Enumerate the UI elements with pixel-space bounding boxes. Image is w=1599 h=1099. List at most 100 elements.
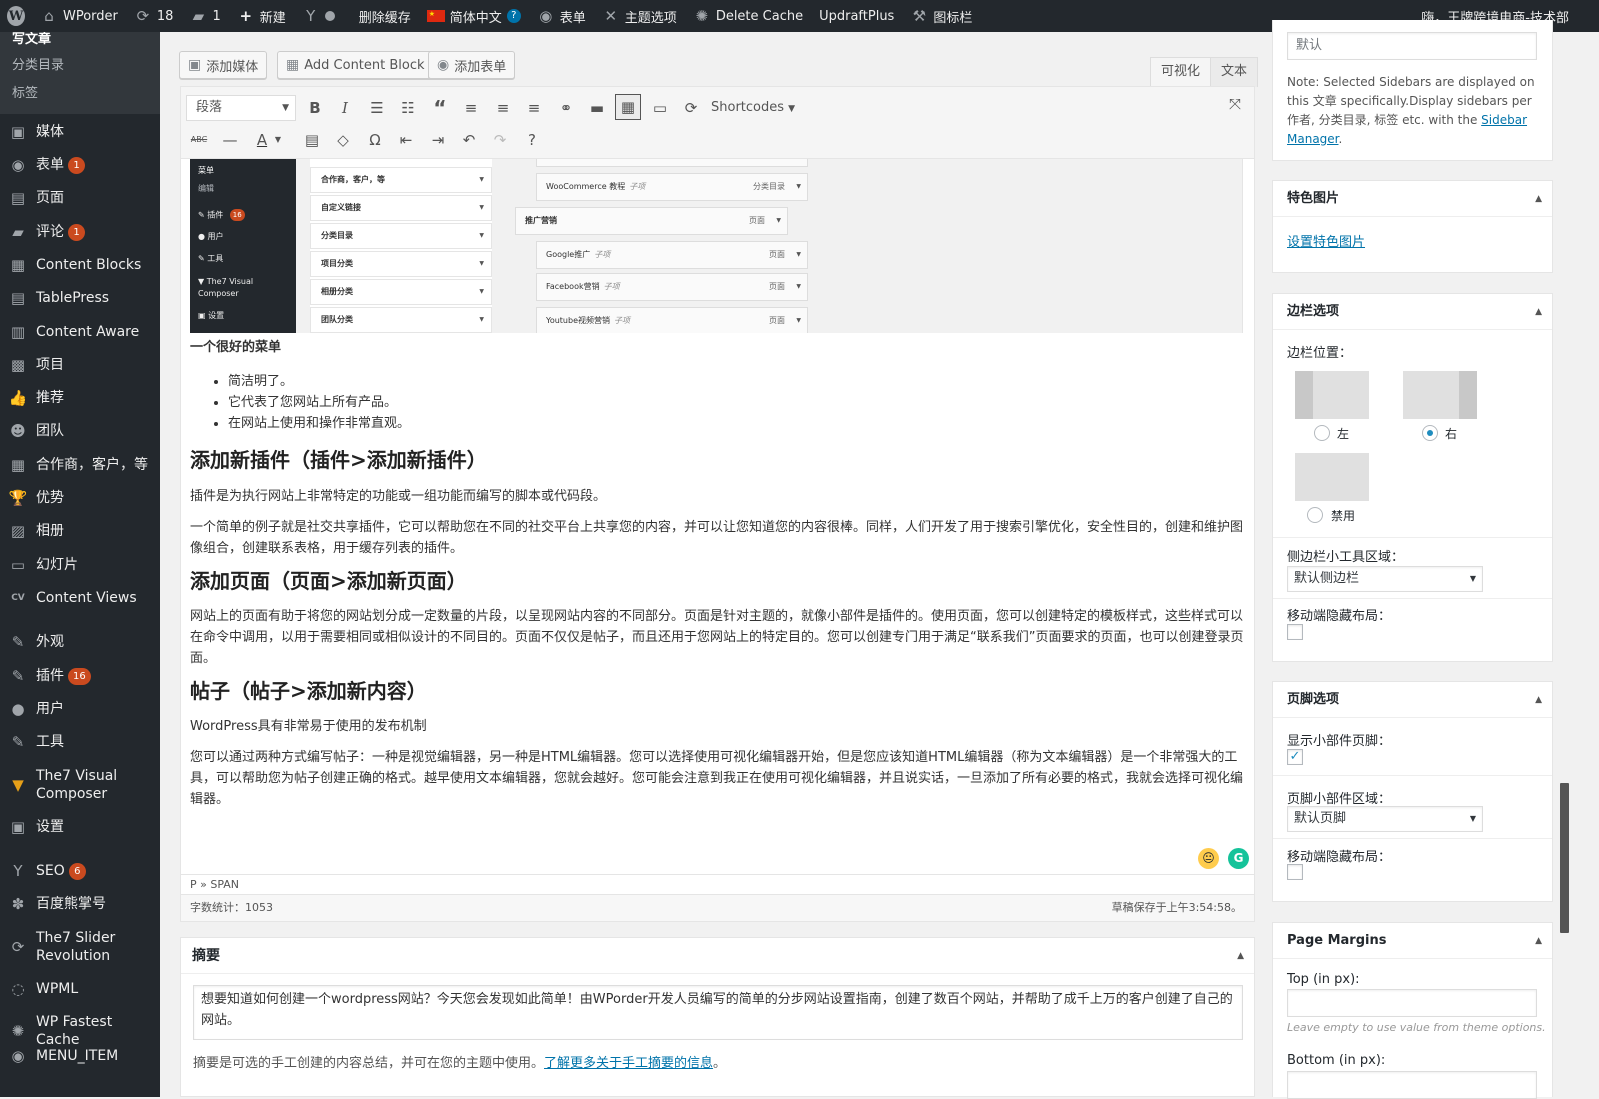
sidebar-select-input[interactable]: 默认: [1287, 32, 1537, 60]
menu-item-14[interactable]: ▭ 幻灯片: [0, 556, 160, 574]
blockquote-icon[interactable]: “: [427, 95, 453, 121]
menu-item-22[interactable]: Y SEO 6: [0, 862, 160, 880]
set-featured-image-link[interactable]: 设置特色图片: [1287, 231, 1365, 250]
add-form-button[interactable]: ◉ 添加表单: [428, 51, 516, 79]
featured-image-header[interactable]: 特色图片 ▲: [1273, 181, 1552, 217]
strikethrough-icon[interactable]: ABC: [186, 127, 212, 153]
add-content-block-button[interactable]: ▦ Add Content Block: [277, 51, 434, 79]
collapse-icon[interactable]: ▲: [1535, 181, 1542, 217]
forms-menu[interactable]: ◉ 表单: [529, 0, 594, 32]
delete-cache-menu[interactable]: ✺ Delete Cache: [685, 0, 811, 32]
indent-icon[interactable]: ⇥: [425, 127, 451, 153]
menu-item-20[interactable]: ▼ The7 Visual Composer: [0, 767, 160, 803]
text-color-dropdown-icon[interactable]: ▼: [271, 127, 285, 153]
clear-formatting-icon[interactable]: ◇: [330, 127, 356, 153]
menu-item-21[interactable]: ▣ 设置: [0, 818, 160, 836]
align-right-icon[interactable]: ≡: [521, 95, 547, 121]
footer-area-select[interactable]: 默认页脚: [1287, 806, 1483, 832]
menu-item-8[interactable]: ▩ 项目: [0, 356, 160, 374]
menu-item-1[interactable]: ▣ 媒体: [0, 123, 160, 141]
menu-item-16[interactable]: ✎ 外观: [0, 633, 160, 651]
bold-icon[interactable]: B: [302, 95, 328, 121]
menu-item-15[interactable]: CV Content Views: [0, 589, 160, 607]
menu-item-7[interactable]: ▥ Content Aware: [0, 323, 160, 341]
menu-item-5[interactable]: ▦ Content Blocks: [0, 256, 160, 274]
collapse-icon[interactable]: ▲: [1237, 938, 1244, 974]
left-sidebar-thumbnail[interactable]: [1295, 371, 1369, 419]
refresh-icon[interactable]: ⟳: [678, 95, 704, 121]
submenu-item-new-post[interactable]: 写文章: [0, 32, 160, 52]
top-margin-input[interactable]: [1287, 989, 1537, 1017]
no-sidebar-thumbnail[interactable]: [1295, 453, 1369, 501]
language-switcher[interactable]: 简体中文?: [419, 0, 529, 32]
format-select[interactable]: 段落: [186, 95, 296, 121]
menu-item-23[interactable]: ✽ 百度熊掌号: [0, 895, 160, 913]
submenu-item-tags[interactable]: 标签: [0, 80, 160, 108]
right-sidebar-radio[interactable]: [1422, 425, 1438, 441]
grammarly-icon[interactable]: G: [1228, 848, 1249, 869]
disabled-sidebar-radio[interactable]: [1307, 507, 1323, 523]
menu-item-12[interactable]: 🏆 优势: [0, 489, 160, 507]
toolbar-toggle-icon[interactable]: ▦: [615, 94, 641, 120]
updates-link[interactable]: ⟳ 18: [126, 0, 182, 32]
menu-item-6[interactable]: ▤ TablePress: [0, 289, 160, 307]
collapse-icon[interactable]: ▲: [1535, 682, 1542, 718]
clear-cache-link[interactable]: 删除缓存: [351, 0, 419, 32]
link-icon[interactable]: ⚭: [553, 95, 579, 121]
undo-icon[interactable]: ↶: [456, 127, 482, 153]
right-sidebar-thumbnail[interactable]: [1403, 371, 1477, 419]
align-center-icon[interactable]: ≡: [490, 95, 516, 121]
scrollbar-thumb[interactable]: [1560, 783, 1569, 933]
menu-item-27[interactable]: ◉ MENU_ITEM: [0, 1047, 160, 1065]
sidebar-options-header[interactable]: 边栏选项 ▲: [1273, 294, 1552, 330]
menu-item-18[interactable]: ● 用户: [0, 700, 160, 718]
excerpt-header[interactable]: 摘要 ▲: [181, 938, 1254, 974]
add-media-button[interactable]: ▣ 添加媒体: [179, 51, 268, 79]
new-content-menu[interactable]: + 新建: [229, 0, 294, 32]
menu-item-9[interactable]: 👍 推荐: [0, 389, 160, 407]
collapse-icon[interactable]: ▲: [1535, 294, 1542, 330]
footer-mobile-hide-checkbox[interactable]: [1287, 864, 1303, 880]
italic-icon[interactable]: I: [332, 95, 358, 121]
comments-link[interactable]: ▰ 1: [181, 0, 228, 32]
footer-options-header[interactable]: 页脚选项 ▲: [1273, 682, 1552, 718]
emoji-face-icon[interactable]: 😐: [1198, 848, 1219, 869]
align-left-icon[interactable]: ≡: [458, 95, 484, 121]
paste-text-icon[interactable]: ▤: [299, 127, 325, 153]
show-footer-checkbox[interactable]: ✓: [1287, 749, 1303, 765]
updraftplus-menu[interactable]: UpdraftPlus: [811, 0, 902, 32]
menu-item-26[interactable]: ✺ WP Fastest Cache: [0, 1013, 160, 1049]
menu-item-19[interactable]: ✎ 工具: [0, 733, 160, 751]
mobile-hide-checkbox[interactable]: [1287, 624, 1303, 640]
fullscreen-icon[interactable]: ⤧: [1222, 91, 1248, 117]
menu-item-3[interactable]: ▤ 页面: [0, 189, 160, 207]
bullet-list-icon[interactable]: ☰: [364, 95, 390, 121]
help-icon[interactable]: ?: [519, 127, 545, 153]
submenu-item-categories[interactable]: 分类目录: [0, 52, 160, 80]
menu-item-25[interactable]: ◌ WPML: [0, 980, 160, 998]
editor-content[interactable]: 一个很好的菜单 简洁明了。 它代表了您网站上所有产品。 在网站上使用和操作非常直…: [190, 337, 1245, 810]
menu-item-10[interactable]: ☻ 团队: [0, 422, 160, 440]
left-sidebar-radio[interactable]: [1314, 425, 1330, 441]
special-character-icon[interactable]: Ω: [362, 127, 388, 153]
numbered-list-icon[interactable]: ☷: [395, 95, 421, 121]
theme-options-menu[interactable]: ✕ 主题选项: [594, 0, 685, 32]
wordpress-logo-icon[interactable]: W: [0, 0, 32, 32]
read-more-icon[interactable]: ▬: [584, 95, 610, 121]
outdent-icon[interactable]: ⇤: [393, 127, 419, 153]
site-name-link[interactable]: ⌂ WPorder: [32, 0, 126, 32]
collapse-icon[interactable]: ▲: [1535, 923, 1542, 959]
content-block-icon[interactable]: ▭: [647, 95, 673, 121]
excerpt-textarea[interactable]: 想要知道如何创建一个wordpress网站？今天您会发现如此简单！由WPorde…: [193, 985, 1243, 1040]
tab-visual[interactable]: 可视化: [1150, 57, 1212, 87]
menu-item-17[interactable]: ✎ 插件 16: [0, 667, 160, 685]
tab-text[interactable]: 文本: [1210, 57, 1259, 87]
menu-item-13[interactable]: ▨ 相册: [0, 522, 160, 540]
menu-item-24[interactable]: ⟳ The7 Slider Revolution: [0, 929, 160, 965]
widget-area-select[interactable]: 默认侧边栏: [1287, 566, 1483, 592]
bottom-margin-input[interactable]: [1287, 1071, 1537, 1099]
icon-bar-menu[interactable]: ⚒ 图标栏: [902, 0, 980, 32]
menu-item-11[interactable]: ▦ 合作商，客户，等: [0, 456, 160, 474]
horizontal-line-icon[interactable]: —: [217, 127, 243, 153]
menu-item-4[interactable]: ▰ 评论 1: [0, 223, 160, 241]
